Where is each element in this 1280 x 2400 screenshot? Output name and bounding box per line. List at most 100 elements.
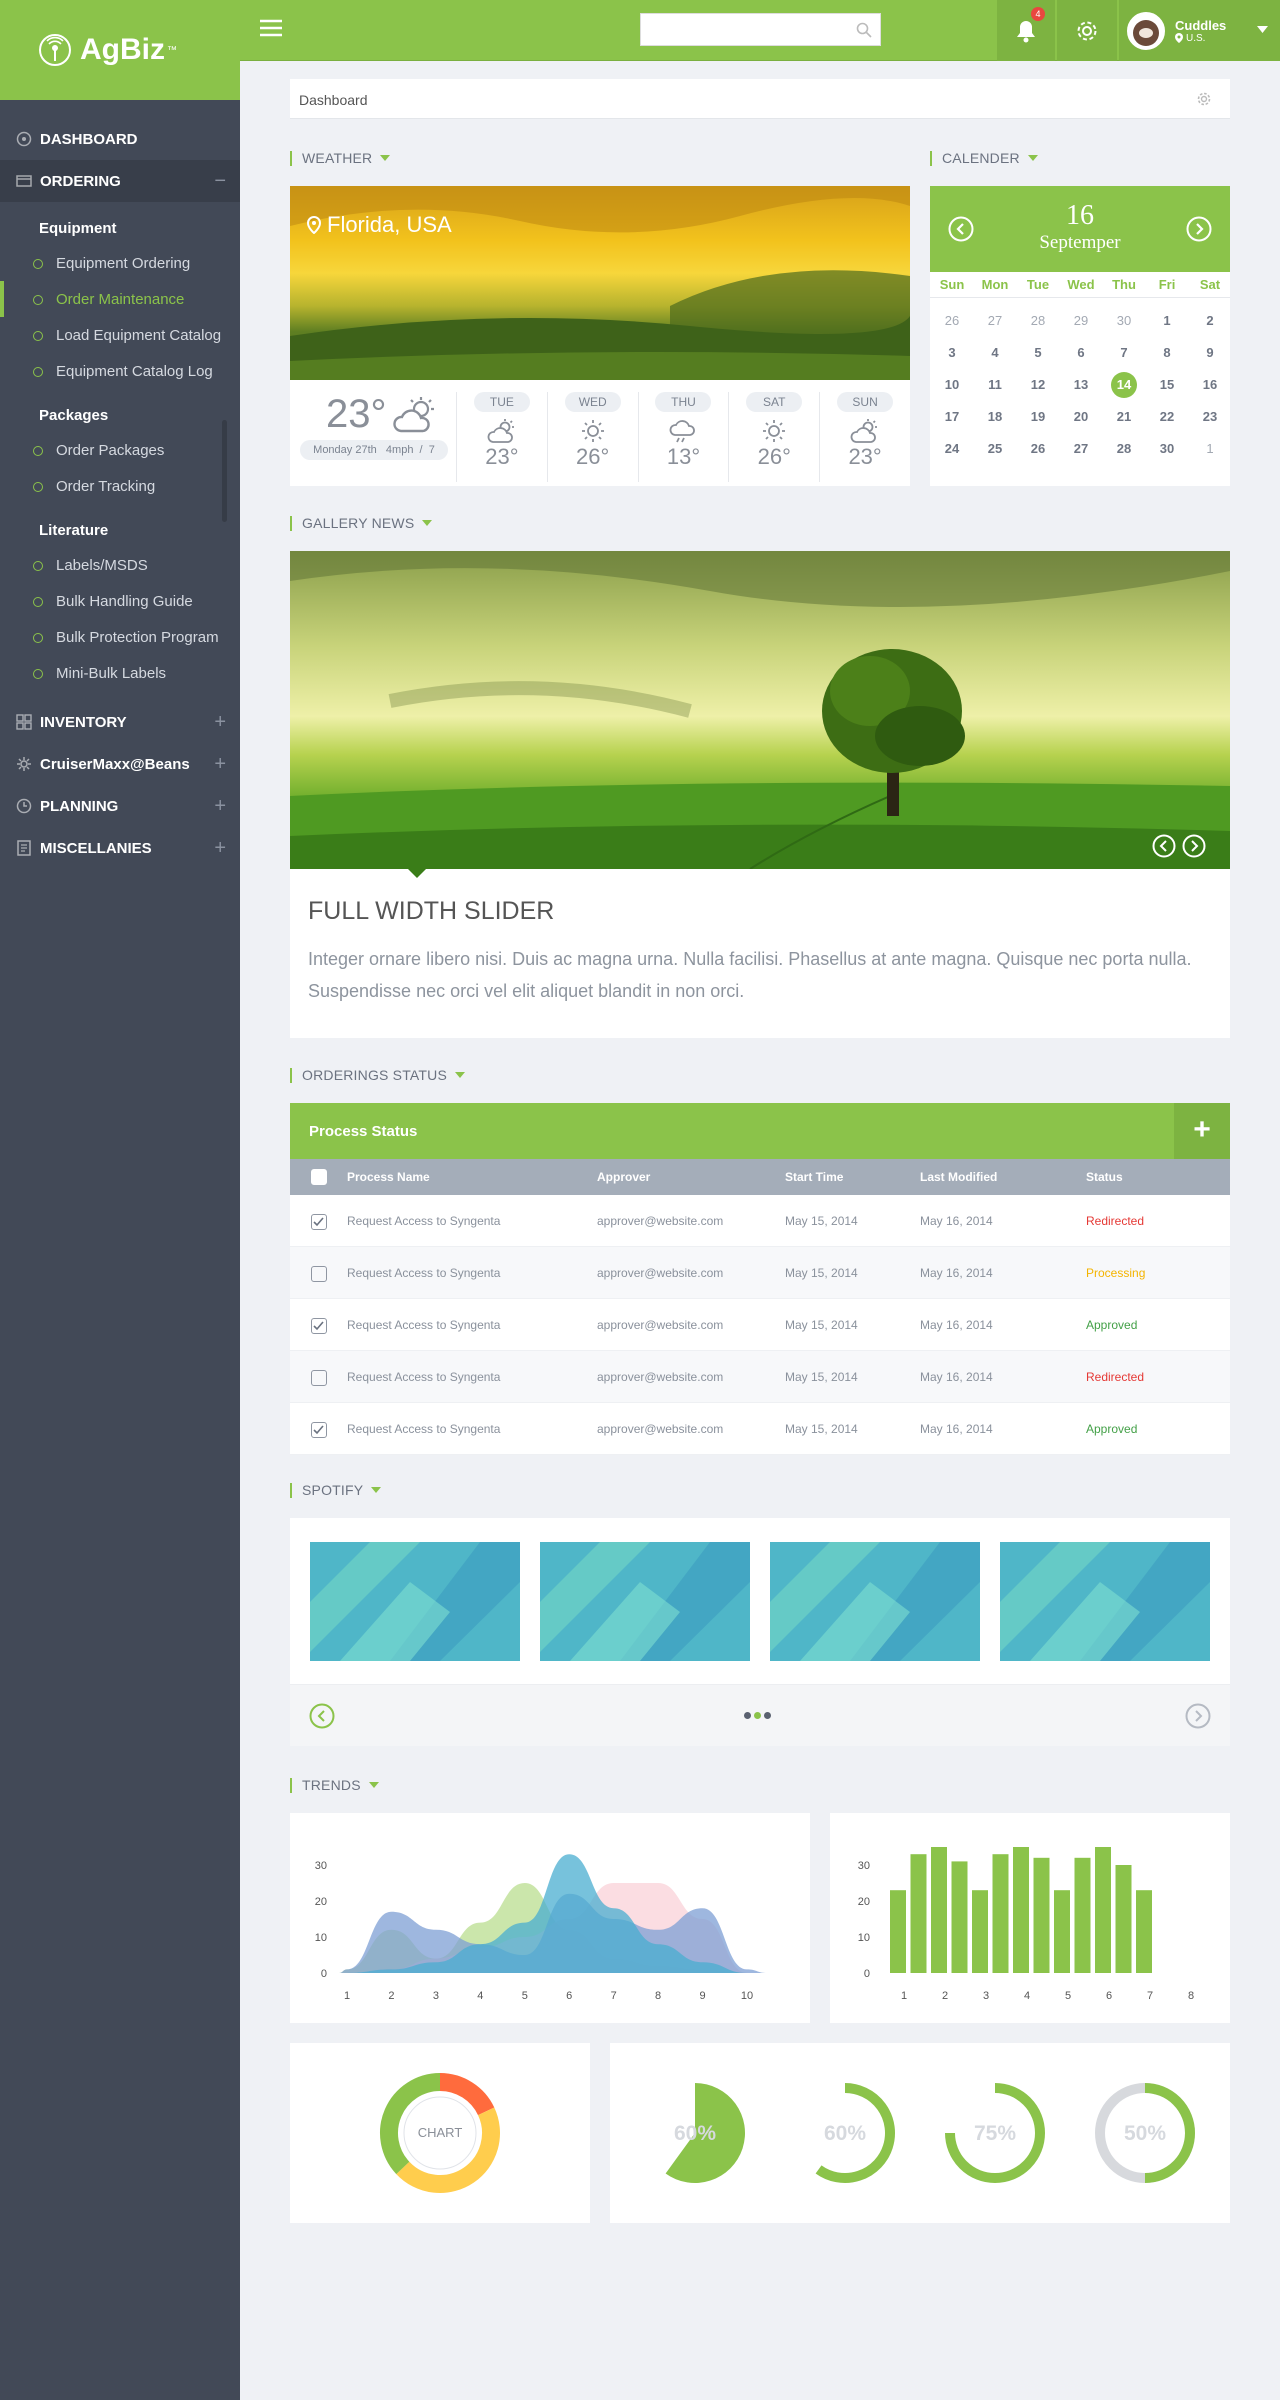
slider-next-icon[interactable] (1182, 834, 1206, 858)
nav-inventory[interactable]: INVENTORY + (0, 701, 240, 743)
calendar-date[interactable]: 27 (975, 308, 1015, 334)
expand-toggle[interactable]: + (214, 795, 226, 818)
nav-ordering[interactable]: ORDERING − (0, 160, 240, 202)
calendar-date[interactable]: 23 (1190, 404, 1230, 430)
column-header[interactable]: Start Time (785, 1170, 843, 1184)
nav-planning[interactable]: PLANNING + (0, 785, 240, 827)
calendar-date[interactable]: 6 (1061, 340, 1101, 366)
calendar-date[interactable]: 22 (1147, 404, 1187, 430)
calendar-date[interactable]: 16 (1190, 372, 1230, 398)
calendar-date[interactable]: 3 (932, 340, 972, 366)
calendar-date[interactable]: 26 (932, 308, 972, 334)
calendar-date[interactable]: 26 (1018, 436, 1058, 462)
calendar-date[interactable]: 20 (1061, 404, 1101, 430)
row-checkbox[interactable] (311, 1266, 327, 1282)
calendar-date[interactable]: 11 (975, 372, 1015, 398)
row-checkbox[interactable] (311, 1370, 327, 1386)
calendar-date[interactable]: 9 (1190, 340, 1230, 366)
nav-cruisermaxx[interactable]: CruiserMaxx@Beans + (0, 743, 240, 785)
section-title-orderings[interactable]: ORDERINGS STATUS (290, 1068, 466, 1083)
carousel-dot[interactable] (744, 1712, 751, 1719)
calendar-date[interactable]: 4 (975, 340, 1015, 366)
calendar-date[interactable]: 8 (1147, 340, 1187, 366)
sidebar-item-equipment-ordering[interactable]: Equipment Ordering (0, 245, 240, 281)
search-input[interactable] (641, 14, 841, 45)
collapse-toggle[interactable]: − (214, 170, 226, 193)
sidebar-item-equipment-catalog-log[interactable]: Equipment Catalog Log (0, 353, 240, 389)
sidebar-scrollbar[interactable] (222, 420, 227, 522)
column-header[interactable]: Last Modified (920, 1170, 997, 1184)
table-row[interactable]: Request Access to Syngenta approver@websi… (290, 1195, 1230, 1247)
table-row[interactable]: Request Access to Syngenta approver@websi… (290, 1247, 1230, 1299)
notifications-button[interactable]: 4 (997, 0, 1055, 61)
nav-dashboard[interactable]: DASHBOARD (0, 118, 240, 160)
carousel-next-icon[interactable] (1185, 1703, 1211, 1729)
brand-logo[interactable]: AgBiz ™ (0, 0, 240, 100)
calendar-date[interactable]: 19 (1018, 404, 1058, 430)
section-title-weather[interactable]: WEATHER (290, 151, 391, 166)
user-menu[interactable]: Cuddles U.S. (1119, 0, 1280, 61)
calendar-date[interactable]: 29 (1061, 308, 1101, 334)
calendar-date[interactable]: 18 (975, 404, 1015, 430)
column-header[interactable]: Approver (597, 1170, 650, 1184)
calendar-date[interactable]: 10 (932, 372, 972, 398)
settings-button[interactable] (1057, 0, 1117, 61)
row-checkbox[interactable] (311, 1422, 327, 1438)
calendar-date[interactable]: 15 (1147, 372, 1187, 398)
section-title-calendar[interactable]: CALENDER (930, 151, 1038, 166)
playlist-tile[interactable] (770, 1542, 980, 1661)
select-all-checkbox[interactable] (311, 1169, 327, 1185)
sidebar-item-order-packages[interactable]: Order Packages (0, 432, 240, 468)
calendar-date[interactable]: 1 (1147, 308, 1187, 334)
calendar-date[interactable]: 13 (1061, 372, 1101, 398)
expand-toggle[interactable]: + (214, 711, 226, 734)
calendar-date[interactable]: 30 (1104, 308, 1144, 334)
playlist-tile[interactable] (310, 1542, 520, 1661)
expand-toggle[interactable]: + (214, 753, 226, 776)
calendar-date[interactable]: 27 (1061, 436, 1101, 462)
calendar-date[interactable]: 5 (1018, 340, 1058, 366)
calendar-date[interactable]: 30 (1147, 436, 1187, 462)
carousel-prev-icon[interactable] (309, 1703, 335, 1729)
column-header[interactable]: Status (1086, 1170, 1123, 1184)
menu-button[interactable] (260, 18, 282, 38)
slider-prev-icon[interactable] (1152, 834, 1176, 858)
section-title-trends[interactable]: TRENDS (290, 1778, 379, 1793)
gear-icon[interactable] (1196, 91, 1212, 107)
carousel-dot[interactable] (764, 1712, 771, 1719)
nav-miscellanies[interactable]: MISCELLANIES + (0, 827, 240, 869)
row-checkbox[interactable] (311, 1318, 327, 1334)
calendar-date[interactable]: 28 (1018, 308, 1058, 334)
add-process-button[interactable]: + (1174, 1103, 1230, 1159)
next-month-icon[interactable] (1186, 216, 1212, 242)
sidebar-item-mini-bulk-labels[interactable]: Mini-Bulk Labels (0, 655, 240, 691)
calendar-date[interactable]: 17 (932, 404, 972, 430)
section-title-spotify[interactable]: SPOTIFY (290, 1483, 382, 1498)
column-header[interactable]: Process Name (347, 1170, 430, 1184)
playlist-tile[interactable] (1000, 1542, 1210, 1661)
carousel-dot-active[interactable] (754, 1712, 761, 1719)
breadcrumb-item[interactable]: Dashboard (299, 92, 368, 108)
sidebar-item-order-tracking[interactable]: Order Tracking (0, 468, 240, 504)
sidebar-item-order-maintenance[interactable]: Order Maintenance (0, 281, 240, 317)
prev-month-icon[interactable] (948, 216, 974, 242)
row-checkbox[interactable] (311, 1214, 327, 1230)
calendar-date[interactable]: 24 (932, 436, 972, 462)
search-icon[interactable] (856, 22, 872, 38)
expand-toggle[interactable]: + (214, 837, 226, 860)
calendar-date[interactable]: 21 (1104, 404, 1144, 430)
table-row[interactable]: Request Access to Syngenta approver@websi… (290, 1299, 1230, 1351)
calendar-date[interactable]: 1 (1190, 436, 1230, 462)
calendar-date[interactable]: 28 (1104, 436, 1144, 462)
table-row[interactable]: Request Access to Syngenta approver@websi… (290, 1351, 1230, 1403)
calendar-date[interactable]: 14 (1111, 372, 1137, 398)
sidebar-item-labels-msds[interactable]: Labels/MSDS (0, 547, 240, 583)
playlist-tile[interactable] (540, 1542, 750, 1661)
sidebar-item-load-equipment-catalog[interactable]: Load Equipment Catalog (0, 317, 240, 353)
calendar-date[interactable]: 25 (975, 436, 1015, 462)
calendar-date[interactable]: 12 (1018, 372, 1058, 398)
sidebar-item-bulk-handling-guide[interactable]: Bulk Handling Guide (0, 583, 240, 619)
sidebar-item-bulk-protection-program[interactable]: Bulk Protection Program (0, 619, 240, 655)
section-title-gallery[interactable]: GALLERY NEWS (290, 516, 433, 531)
calendar-date[interactable]: 7 (1104, 340, 1144, 366)
